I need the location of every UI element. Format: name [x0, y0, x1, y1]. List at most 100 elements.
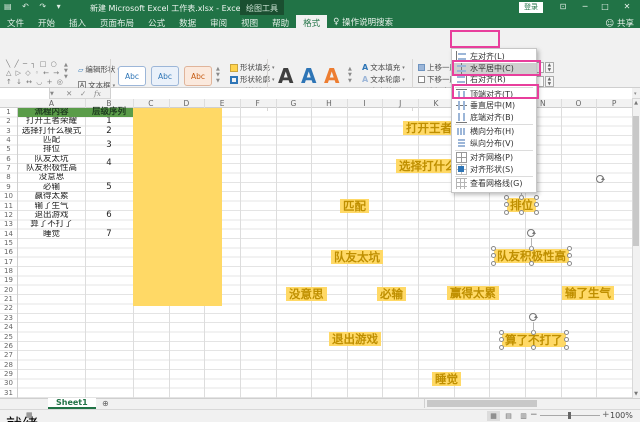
- row-header-2[interactable]: 2: [0, 117, 17, 126]
- enter-icon[interactable]: ✓: [80, 89, 86, 98]
- cell[interactable]: 没意思: [18, 173, 85, 182]
- cell[interactable]: 流程内容: [18, 108, 85, 118]
- name-box-dropdown-icon[interactable]: ▼: [50, 91, 54, 97]
- menu-item-底端对齐(B)[interactable]: 底端对齐(B): [452, 112, 536, 124]
- shape-style-thumbnail[interactable]: Abc: [184, 66, 212, 86]
- cell[interactable]: 层级序列: [85, 107, 133, 118]
- row-header-9[interactable]: 9: [0, 183, 17, 192]
- selection-handle[interactable]: [534, 195, 539, 200]
- flowchart-label[interactable]: 排位: [504, 178, 539, 215]
- shape-gallery[interactable]: ╲ ╱ ─ ┐ □ ○ △ ▷ ◇ ◦ ← → ↑ ↓ ↔ ◡ + ◎: [6, 60, 64, 87]
- close-button[interactable]: ✕: [620, 2, 634, 11]
- cell[interactable]: 退出游戏: [18, 211, 85, 220]
- selection-handle[interactable]: [491, 246, 496, 251]
- row-header-12[interactable]: 12: [0, 211, 17, 220]
- selection-handle[interactable]: [534, 210, 539, 215]
- row-header-19[interactable]: 19: [0, 276, 17, 285]
- cell[interactable]: 7: [85, 229, 133, 239]
- name-box[interactable]: [0, 88, 50, 99]
- selection-handle[interactable]: [499, 345, 504, 350]
- shape-style-thumbnail[interactable]: Abc: [118, 66, 146, 86]
- selection-handle[interactable]: [563, 337, 569, 342]
- zoom-slider-thumb[interactable]: [568, 412, 571, 419]
- flowchart-label[interactable]: 退出游戏: [329, 332, 381, 346]
- zoom-in-icon[interactable]: +: [602, 410, 610, 420]
- row-header-3[interactable]: 3: [0, 127, 17, 136]
- selection-handle[interactable]: [518, 210, 524, 215]
- wordart-style-letter[interactable]: A: [301, 64, 316, 88]
- shape-gallery-row[interactable]: ╲ ╱ ─ ┐ □ ○: [6, 60, 64, 69]
- minimize-button[interactable]: ─: [578, 2, 592, 11]
- shape-style-thumbnail[interactable]: Abc: [151, 66, 179, 86]
- column-header-K[interactable]: K: [418, 99, 454, 108]
- formula-input[interactable]: [110, 88, 632, 99]
- cell[interactable]: 4: [85, 159, 133, 169]
- cell[interactable]: 打开王者荣耀: [18, 117, 85, 126]
- maximize-button[interactable]: □: [598, 2, 612, 11]
- cell[interactable]: 排位: [18, 145, 85, 154]
- selection-handle[interactable]: [567, 261, 572, 266]
- sign-in-button[interactable]: 登录: [519, 2, 543, 13]
- column-header-C[interactable]: C: [133, 99, 169, 108]
- style-scroll-arrows[interactable]: ▲ ▼ ▼: [216, 66, 220, 84]
- normal-view-button[interactable]: ▦: [487, 411, 500, 421]
- cell[interactable]: 赢得太累: [18, 192, 85, 201]
- page-break-view-button[interactable]: ▥: [517, 411, 530, 421]
- cell[interactable]: 6: [85, 210, 133, 220]
- ribbon-tab-视图[interactable]: 视图: [234, 15, 265, 29]
- row-header-15[interactable]: 15: [0, 239, 17, 248]
- text-outline-button[interactable]: A 文本轮廓 ▾: [362, 74, 405, 85]
- flowchart-label[interactable]: 赢得太累: [447, 286, 499, 300]
- selection-handle[interactable]: [499, 330, 504, 335]
- selection-handle[interactable]: [567, 253, 572, 258]
- menu-item-垂直居中(M)[interactable]: 垂直居中(M): [452, 100, 536, 112]
- row-header-13[interactable]: 13: [0, 220, 17, 229]
- cell[interactable]: 必输: [18, 183, 85, 192]
- flowchart-label[interactable]: 没意思: [286, 287, 327, 301]
- cell[interactable]: 匹配: [18, 136, 85, 145]
- row-header-30[interactable]: 30: [0, 379, 17, 388]
- scroll-down-icon[interactable]: ▼: [632, 391, 640, 397]
- zoom-out-icon[interactable]: −: [530, 410, 538, 420]
- column-header-J[interactable]: J: [382, 99, 418, 108]
- column-header-F[interactable]: F: [240, 99, 276, 108]
- row-header-4[interactable]: 4: [0, 136, 17, 145]
- selection-handle[interactable]: [530, 345, 536, 350]
- cell[interactable]: 算了不打了: [18, 220, 85, 229]
- yellow-rectangle-shape[interactable]: [133, 108, 222, 306]
- selection-handle[interactable]: [499, 337, 504, 342]
- display-settings-icon[interactable]: ⊡: [556, 2, 570, 11]
- ribbon-tab-开始[interactable]: 开始: [31, 15, 62, 29]
- selection-handle[interactable]: [504, 195, 509, 200]
- tell-me-search[interactable]: ♀ 操作说明搜索: [327, 15, 399, 28]
- vertical-scroll-thumb[interactable]: [633, 116, 639, 246]
- expand-formula-bar-icon[interactable]: ▾: [634, 91, 637, 97]
- row-header-27[interactable]: 27: [0, 351, 17, 360]
- column-header-G[interactable]: G: [276, 99, 312, 108]
- height-spinner[interactable]: ▲ ▼: [544, 61, 554, 73]
- column-header-A[interactable]: A: [18, 99, 85, 108]
- flowchart-label[interactable]: 算了不打了: [499, 313, 569, 350]
- ribbon-tab-格式[interactable]: 格式: [296, 15, 328, 29]
- rotation-handle-icon[interactable]: [596, 175, 605, 183]
- wordart-scroll-arrows[interactable]: ▲ ▼ ▼: [348, 66, 352, 84]
- row-header-1[interactable]: 1: [0, 108, 17, 117]
- ribbon-tab-帮助[interactable]: 帮助: [265, 15, 296, 29]
- row-header-8[interactable]: 8: [0, 173, 17, 182]
- quick-access-toolbar[interactable]: ▤ ↶ ↷ ▾: [4, 2, 65, 11]
- row-header-17[interactable]: 17: [0, 258, 17, 267]
- row-header-25[interactable]: 25: [0, 333, 17, 342]
- row-header-14[interactable]: 14: [0, 230, 17, 239]
- selection-handle[interactable]: [567, 246, 572, 251]
- flowchart-label[interactable]: 睡觉: [432, 372, 461, 386]
- ribbon-tab-公式[interactable]: 公式: [141, 15, 172, 29]
- flowchart-label[interactable]: 匹配: [340, 199, 369, 213]
- selection-handle[interactable]: [504, 210, 509, 215]
- width-spinner[interactable]: ▲ ▼: [544, 75, 554, 87]
- sheet-tab-sheet1[interactable]: Sheet1: [48, 398, 96, 409]
- column-header-D[interactable]: D: [169, 99, 205, 108]
- row-header-20[interactable]: 20: [0, 286, 17, 295]
- cell[interactable]: 2: [85, 126, 133, 136]
- wordart-style-letter[interactable]: A: [278, 64, 293, 88]
- selection-handle[interactable]: [563, 345, 569, 350]
